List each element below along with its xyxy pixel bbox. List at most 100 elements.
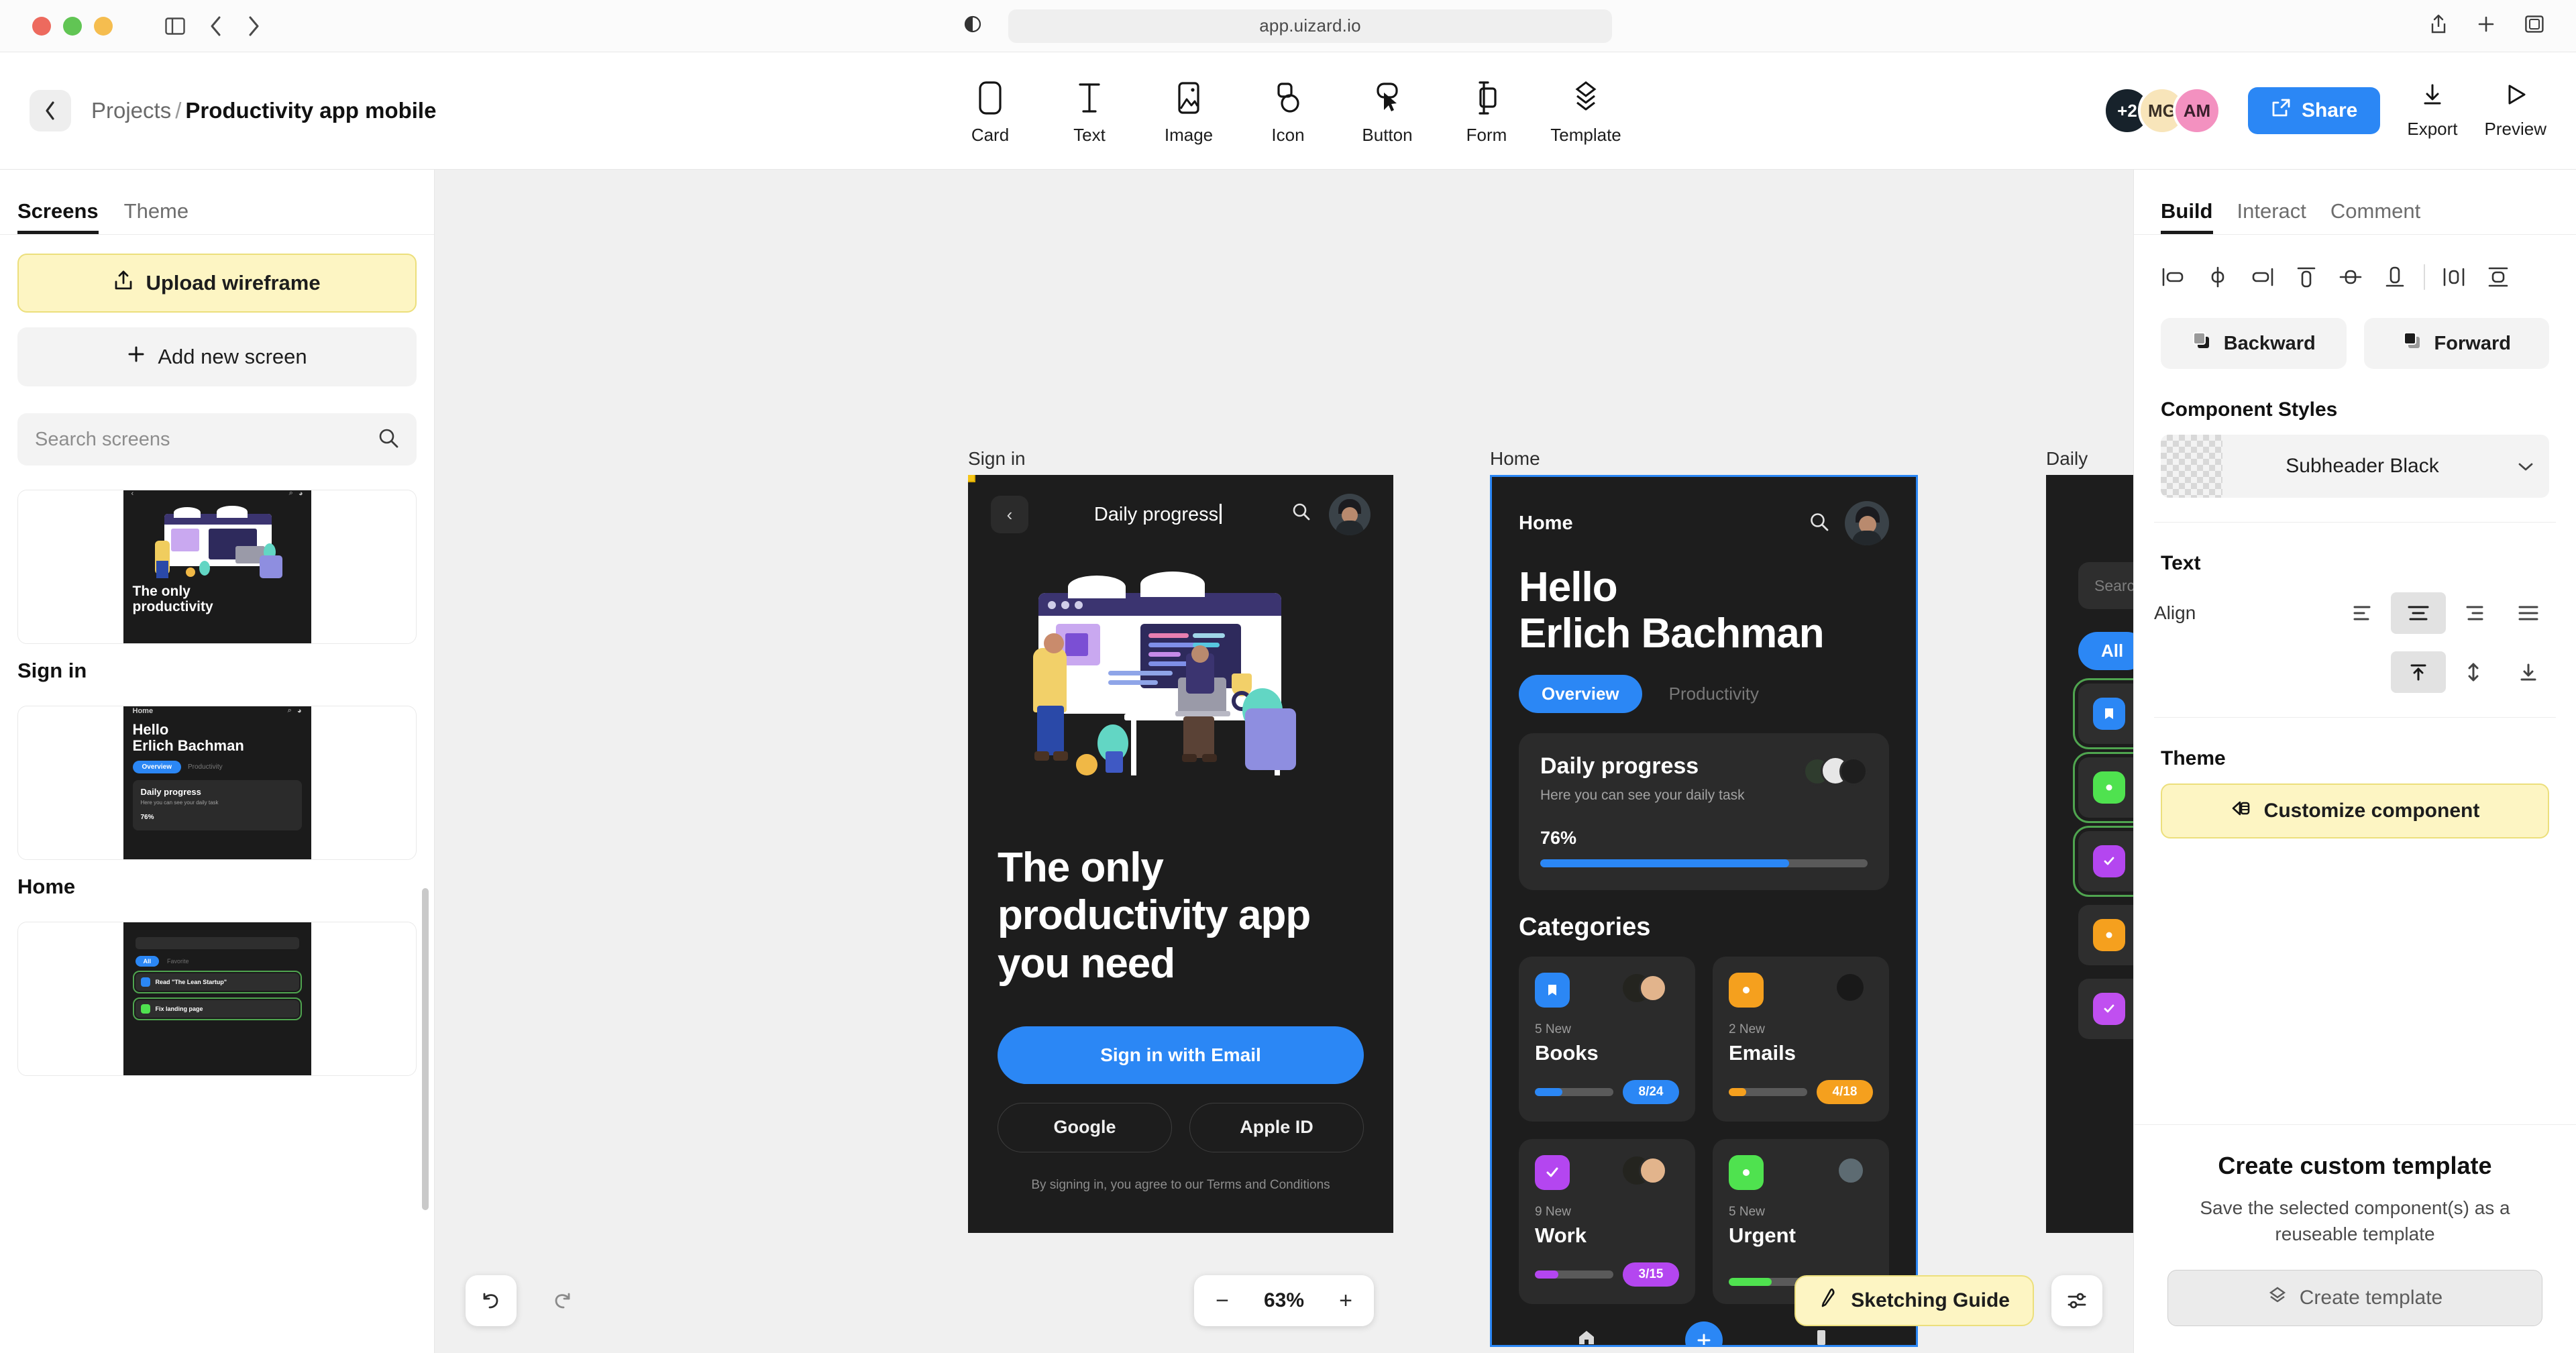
daily-search-field[interactable]: Search bbox=[2078, 562, 2133, 609]
search-screens-input[interactable] bbox=[35, 429, 368, 451]
distribute-horizontal-icon[interactable] bbox=[2434, 258, 2473, 296]
home-tab-overview[interactable]: Overview bbox=[1519, 675, 1642, 713]
align-right-icon[interactable] bbox=[2243, 258, 2282, 296]
align-center-vertical-icon[interactable] bbox=[2331, 258, 2370, 296]
browser-back-icon[interactable] bbox=[209, 15, 223, 37]
vertical-align-top-icon[interactable] bbox=[2391, 651, 2446, 693]
back-to-projects-button[interactable] bbox=[30, 90, 71, 131]
upload-wireframe-button[interactable]: Upload wireframe bbox=[17, 254, 417, 313]
sidebar-tab-theme[interactable]: Theme bbox=[124, 199, 189, 234]
task-row[interactable]: Fix landing page › bbox=[2078, 757, 2133, 818]
tool-template[interactable]: Template bbox=[1536, 76, 1635, 146]
home-nav-add-button[interactable] bbox=[1685, 1321, 1723, 1347]
daily-tab-all[interactable]: All bbox=[2078, 632, 2133, 670]
distribute-vertical-icon[interactable] bbox=[2479, 258, 2518, 296]
undo-button[interactable] bbox=[466, 1275, 517, 1326]
maximize-window-button[interactable] bbox=[94, 17, 113, 36]
canvas-settings-button[interactable] bbox=[2051, 1275, 2102, 1326]
sidebar-tab-screens[interactable]: Screens bbox=[17, 199, 99, 234]
tool-form[interactable]: Form bbox=[1437, 76, 1536, 146]
tool-card[interactable]: Card bbox=[941, 76, 1040, 146]
tool-icon[interactable]: Icon bbox=[1238, 76, 1338, 146]
signin-headline[interactable]: The only productivity app you need bbox=[968, 821, 1393, 987]
new-tab-icon[interactable] bbox=[2477, 15, 2496, 37]
task-row[interactable]: Reply to Richard › bbox=[2078, 905, 2133, 965]
selection-handle-top-left[interactable] bbox=[968, 475, 975, 482]
share-button[interactable]: Share bbox=[2248, 87, 2380, 134]
inspector-tab-comment[interactable]: Comment bbox=[2330, 199, 2420, 234]
tab-overview-icon[interactable] bbox=[2525, 15, 2544, 36]
browser-forward-icon[interactable] bbox=[247, 15, 260, 37]
signin-user-avatar[interactable] bbox=[1329, 494, 1371, 535]
tool-button[interactable]: Button bbox=[1338, 76, 1437, 146]
tool-text[interactable]: Text bbox=[1040, 76, 1139, 146]
category-card[interactable]: 9 New Work 3/15 bbox=[1519, 1139, 1695, 1304]
signin-apple-button[interactable]: Apple ID bbox=[1189, 1103, 1364, 1152]
screen-thumbnail-sign-in[interactable]: ‹⌕◕ bbox=[17, 490, 417, 644]
inspector-tab-build[interactable]: Build bbox=[2161, 199, 2213, 234]
tool-image[interactable]: Image bbox=[1139, 76, 1238, 146]
breadcrumb-root[interactable]: Projects bbox=[91, 98, 171, 123]
text-align-justify-icon[interactable] bbox=[2501, 592, 2556, 634]
sketching-guide-button[interactable]: Sketching Guide bbox=[1794, 1275, 2034, 1326]
close-window-button[interactable] bbox=[32, 17, 51, 36]
preview-button[interactable]: Preview bbox=[2485, 82, 2546, 140]
create-template-button[interactable]: Create template bbox=[2167, 1270, 2542, 1326]
url-bar[interactable]: app.uizard.io bbox=[1008, 9, 1612, 43]
home-tab-productivity[interactable]: Productivity bbox=[1662, 675, 1766, 713]
home-daily-progress-card[interactable]: Daily progress Here you can see your dai… bbox=[1519, 733, 1889, 890]
bring-forward-button[interactable]: Forward bbox=[2364, 318, 2550, 369]
sidebar-scrollbar[interactable] bbox=[422, 888, 429, 1210]
category-card[interactable]: 2 New Emails 4/18 bbox=[1713, 957, 1889, 1122]
search-screens-field[interactable] bbox=[17, 413, 417, 466]
task-row[interactable]: Share prototype with team › bbox=[2078, 831, 2133, 891]
align-bottom-icon[interactable] bbox=[2375, 258, 2414, 296]
collaborator-avatars[interactable]: +2 MG AM bbox=[2103, 87, 2221, 135]
add-new-screen-button[interactable]: Add new screen bbox=[17, 327, 417, 386]
align-left-icon[interactable] bbox=[2154, 258, 2193, 296]
home-nav-home-icon[interactable] bbox=[1576, 1328, 1597, 1347]
text-align-left-icon[interactable] bbox=[2336, 592, 2391, 634]
component-style-dropdown[interactable]: Subheader Black bbox=[2161, 435, 2549, 498]
zoom-in-button[interactable]: + bbox=[1326, 1281, 1366, 1321]
signin-search-icon[interactable] bbox=[1286, 502, 1317, 527]
avatar-am[interactable]: AM bbox=[2173, 87, 2221, 135]
screen-thumbnail-home[interactable]: Home⌕◕ HelloErlich Bachman Overview Prod… bbox=[17, 706, 417, 860]
home-user-avatar[interactable] bbox=[1845, 501, 1889, 545]
export-button[interactable]: Export bbox=[2407, 82, 2457, 140]
task-row[interactable]: Read "The Lean Startup" › bbox=[2078, 684, 2133, 744]
align-center-horizontal-icon[interactable] bbox=[2198, 258, 2237, 296]
category-card[interactable]: 5 New Books 8/24 bbox=[1519, 957, 1695, 1122]
zoom-out-button[interactable]: − bbox=[1202, 1281, 1242, 1321]
vertical-align-bottom-icon[interactable] bbox=[2501, 651, 2556, 693]
home-nav-tasks-icon[interactable] bbox=[1811, 1328, 1831, 1347]
customize-component-button[interactable]: Customize component bbox=[2161, 783, 2549, 838]
artboard-daily-progress[interactable]: Search All Favorite Read "The Lean Start… bbox=[2046, 475, 2133, 1233]
zoom-level-value[interactable]: 63% bbox=[1249, 1289, 1319, 1312]
signin-email-button[interactable]: Sign in with Email bbox=[998, 1026, 1364, 1084]
frame-label-home[interactable]: Home bbox=[1490, 448, 1540, 470]
signin-google-button[interactable]: Google bbox=[998, 1103, 1172, 1152]
sidebar-toggle-icon[interactable] bbox=[165, 17, 185, 35]
text-align-center-icon[interactable] bbox=[2391, 592, 2446, 634]
align-top-icon[interactable] bbox=[2287, 258, 2326, 296]
screen-thumbnail-daily-progress[interactable]: All Favorite Read "The Lean Startup" Fix… bbox=[17, 922, 417, 1076]
vertical-align-middle-icon[interactable] bbox=[2446, 651, 2501, 693]
signin-back-icon[interactable]: ‹ bbox=[991, 496, 1028, 533]
share-page-icon[interactable] bbox=[2430, 14, 2447, 38]
frame-label-sign-in[interactable]: Sign in bbox=[968, 448, 1026, 470]
home-search-icon[interactable] bbox=[1809, 511, 1830, 536]
reader-contrast-icon[interactable] bbox=[964, 15, 981, 37]
task-row[interactable]: Finalize pitch deck › bbox=[2078, 979, 2133, 1039]
send-backward-button[interactable]: Backward bbox=[2161, 318, 2347, 369]
home-tabs: Overview Productivity bbox=[1492, 657, 1916, 713]
minimize-window-button[interactable] bbox=[63, 17, 82, 36]
inspector-tab-interact[interactable]: Interact bbox=[2237, 199, 2306, 234]
artboard-sign-in[interactable]: ‹ Daily progress bbox=[968, 475, 1393, 1233]
text-align-right-icon[interactable] bbox=[2446, 592, 2501, 634]
redo-button[interactable] bbox=[537, 1275, 588, 1326]
signin-navbar-title[interactable]: Daily progress bbox=[1040, 504, 1274, 526]
design-canvas[interactable]: Sign in Home Daily progress ‹ Daily prog… bbox=[435, 170, 2133, 1353]
signin-terms-text: By signing in, you agree to our Terms an… bbox=[968, 1178, 1393, 1193]
artboard-home[interactable]: Home Hello Erlich Bachman O bbox=[1490, 475, 1918, 1347]
